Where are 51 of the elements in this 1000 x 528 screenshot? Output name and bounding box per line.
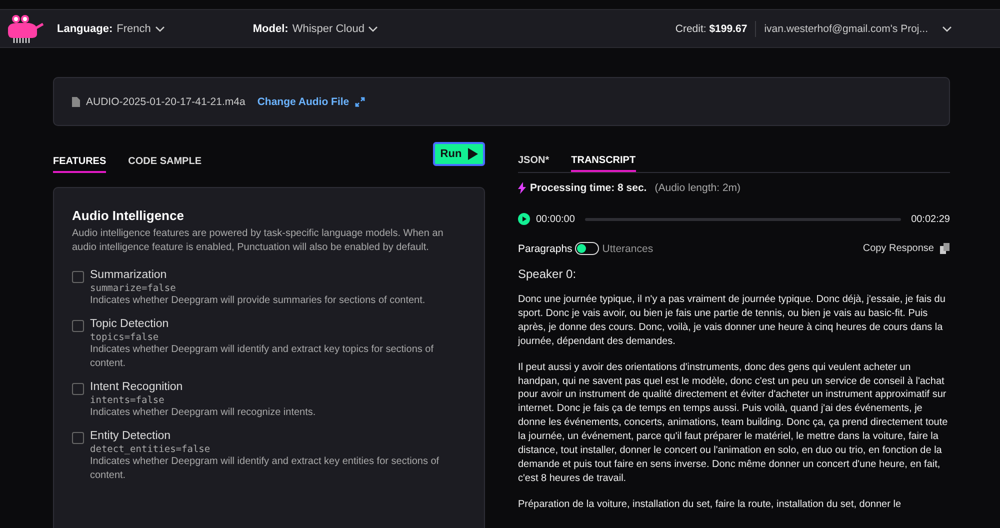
feature-description: Indicates whether Deepgram will recognize intents.	[90, 406, 316, 420]
transcript-paragraph: Préparation de la voiture, installation du set, faire la route, installation du set, donner le	[518, 498, 902, 512]
lightning-icon	[518, 182, 526, 194]
total-time: 00:02:29	[911, 214, 950, 224]
chevron-down-icon	[368, 26, 378, 32]
utterances-label: Utterances	[602, 242, 654, 254]
speaker-label: Speaker 0:	[518, 267, 578, 281]
feature-description: Indicates whether Deepgram will identify and extract key topics for sections of content.	[90, 343, 434, 371]
feature-checkbox[interactable]	[72, 320, 84, 332]
change-file-link[interactable]: Change Audio File	[257, 96, 350, 108]
feature-parameter: detect_entities=false	[90, 444, 212, 455]
play-icon[interactable]	[518, 213, 530, 225]
file-icon	[72, 96, 80, 106]
current-time: 00:00:00	[536, 214, 575, 224]
copy-response-button[interactable]: Copy Response	[862, 243, 950, 254]
feature-checkbox[interactable]	[72, 383, 84, 395]
audio-length: (Audio length: 2m)	[654, 182, 741, 194]
chevron-down-icon	[154, 26, 165, 32]
tab[interactable]: FEATURES	[53, 147, 106, 173]
feature-checkbox[interactable]	[72, 271, 84, 283]
feature-name: Entity Detection	[90, 430, 172, 442]
transcript-paragraph: Il peut aussi y avoir des orientations d'instruments, donc des gens qui veulent acheter un handpan, qui ne savent pas quel est le modèle, donc c'est un peu un service de conseil à l'achat pour avoir un instrument de qualité directement et éviter d'acheter un instrument approximatif sur internet. Donc je fais ça de temps en temps aussi. Puis voilà, quand j'ai des événements, je donne les événements, concerts, animations, team building. Donc ça, ça prend directement toute la journée, un événement, parce qu'il faut préparer le matériel, le mettre dans la voiture, faire la distance, tout installer, donner le concert ou l'animation en solo, en duo ou trio, en fonction de la demande et puis tout faire en sens inverse. Donc même donner un concert d'une heure, en fait, c'est 8 heures de travail.	[518, 360, 949, 486]
feature-parameter: topics=false	[90, 332, 160, 343]
feature-checkbox[interactable]	[72, 432, 84, 444]
panel-description: Audio intelligence features are powered by task-specific language models. When an audio intelligence feature is enabled, Punctuation will also be enabled by default.	[72, 227, 444, 255]
model-dropdown[interactable]: Model: Whisper Cloud	[252, 22, 378, 34]
play-icon	[468, 148, 478, 160]
language-dropdown[interactable]: Language: French	[57, 22, 165, 34]
feature-name: Summarization	[90, 269, 168, 281]
view-toggle[interactable]	[575, 242, 600, 255]
feature-name: Intent Recognition	[90, 381, 184, 393]
feature-description: Indicates whether Deepgram will identify and extract key entities for sections of content.	[90, 455, 440, 483]
processing-time: Processing time: 8 sec.	[530, 182, 647, 194]
mascot-logo[interactable]	[5, 14, 45, 44]
copy-icon	[940, 243, 950, 254]
tab[interactable]: JSON*	[518, 146, 550, 172]
project-dropdown[interactable]: ivan.westerhof@gmail.com's Proj...	[764, 22, 952, 34]
file-name: AUDIO-2025-01-20-17-41-21.m4a	[86, 96, 246, 108]
feature-parameter: summarize=false	[90, 283, 177, 294]
feature-description: Indicates whether Deepgram will provide summaries for sections of content.	[90, 294, 426, 308]
tab[interactable]: CODE SAMPLE	[128, 147, 202, 173]
paragraphs-label: Paragraphs	[518, 242, 572, 254]
expand-icon[interactable]	[355, 96, 366, 106]
tab[interactable]: TRANSCRIPT	[571, 146, 636, 172]
credit-balance: Credit: $199.67	[675, 22, 748, 34]
transcript-paragraph: Donc une journée typique, il n'y a pas vraiment de journée typique. Donc déjà, j'essaie, je fais du sport. Donc je vais avoir, ou bien je fais une partie de tennis, ou bien je vais au basic-fit. Puis après, je donne des cours. Donc, voilà, je vais donner une heure à cinq heures de cours dans la journée, dépendant des demandes.	[518, 293, 946, 349]
feature-parameter: intents=false	[90, 395, 166, 406]
panel-title: Audio Intelligence	[72, 208, 185, 223]
feature-name: Topic Detection	[90, 318, 170, 330]
chevron-down-icon	[942, 26, 952, 32]
run-button[interactable]: Run	[433, 142, 485, 166]
